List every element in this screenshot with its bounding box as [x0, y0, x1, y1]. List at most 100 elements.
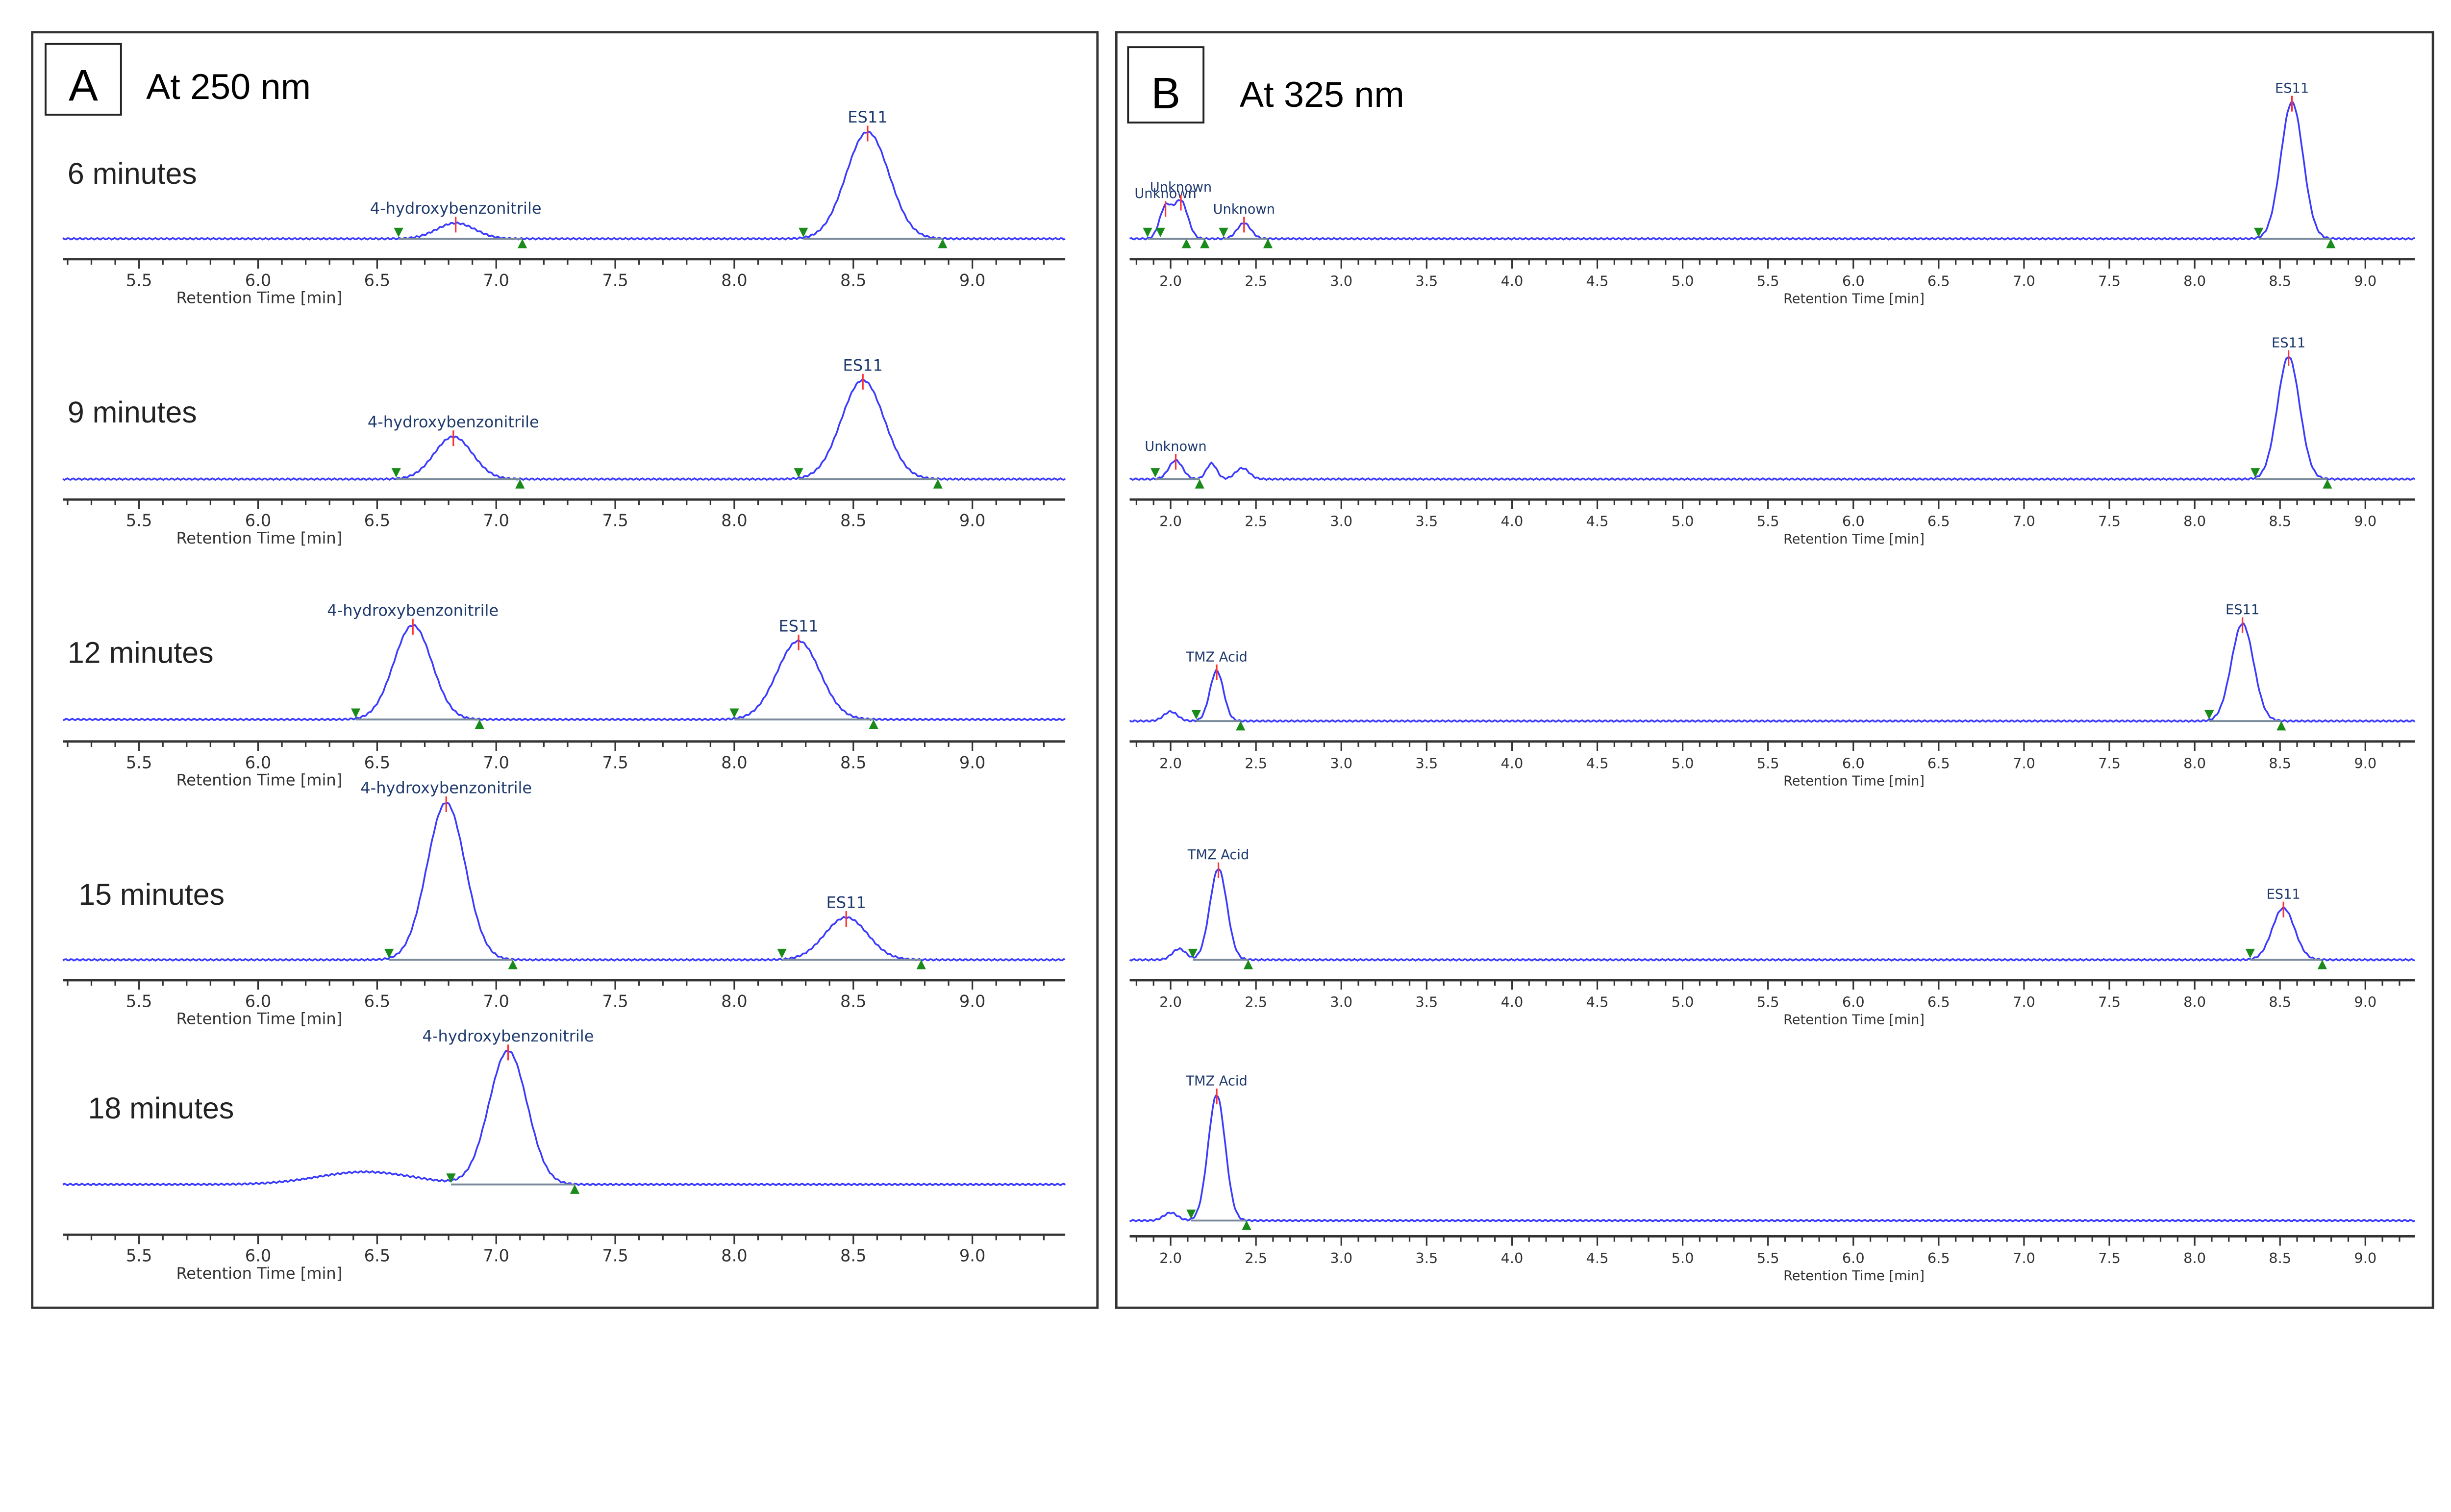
peak-end-marker	[2317, 960, 2327, 969]
x-tick-label: 6.0	[245, 1246, 271, 1265]
peak-label: ES11	[2267, 887, 2301, 902]
peak-end-marker	[1243, 960, 1253, 969]
x-tick-label: 7.5	[602, 511, 628, 530]
x-tick-label: 6.5	[1927, 1250, 1950, 1266]
x-tick-label: 9.0	[959, 1246, 986, 1265]
x-tick-label: 7.5	[2098, 513, 2121, 530]
x-tick-label: 3.5	[1415, 1250, 1438, 1266]
peak-end-marker	[1242, 1220, 1251, 1230]
peak-label: 4-hydroxybenzonitrile	[360, 779, 532, 797]
x-tick-label: 4.5	[1586, 755, 1609, 771]
x-tick-label: 8.0	[2183, 513, 2206, 530]
peak-end-marker	[1195, 479, 1204, 489]
peak-label: ES11	[2275, 81, 2309, 96]
x-tick-label: 6.5	[364, 511, 391, 530]
plots-group: 6 minutes 4-hydroxybenzonitrile ES11 5.5 6.0…	[62, 81, 2416, 1284]
x-tick-label: 9.0	[959, 271, 986, 290]
x-tick-label: 9.0	[959, 991, 986, 1011]
x-tick-label: 4.0	[1501, 993, 1523, 1010]
x-tick-label: 7.0	[2013, 273, 2035, 289]
peak-label: 4-hydroxybenzonitrile	[423, 1027, 594, 1045]
peak-label: ES11	[843, 356, 883, 374]
x-tick-label: 7.0	[2013, 755, 2035, 771]
x-tick-label: 4.0	[1501, 513, 1523, 530]
x-tick-label: 7.0	[2013, 513, 2035, 530]
x-tick-label: 6.0	[1842, 513, 1865, 530]
x-tick-label: 7.0	[483, 271, 509, 290]
peak-end-marker	[1236, 721, 1246, 731]
x-tick-label: 6.0	[245, 991, 271, 1011]
x-tick-label: 5.5	[1757, 273, 1779, 289]
peak-label: Unknown	[1150, 180, 1212, 195]
x-tick-label: 6.5	[1927, 513, 1950, 530]
x-tick-label: 2.0	[1159, 513, 1182, 530]
peak-start-marker	[446, 1173, 456, 1183]
x-tick-label: 8.0	[2183, 755, 2206, 771]
x-axis-label: Retention Time [min]	[176, 771, 342, 790]
peak-label: ES11	[2272, 335, 2305, 350]
x-tick-label: 6.0	[245, 511, 271, 530]
x-tick-label: 4.0	[1501, 1250, 1523, 1266]
peak-start-marker	[1155, 227, 1165, 237]
peak-label: ES11	[826, 893, 866, 912]
x-tick-label: 7.5	[2098, 1250, 2121, 1266]
peak-start-marker	[1143, 227, 1152, 237]
x-axis-label: Retention Time [min]	[176, 1264, 342, 1283]
chromatogram-trace	[1129, 622, 2416, 723]
x-tick-label: 6.5	[1927, 993, 1950, 1010]
peak-end-marker	[1181, 239, 1191, 248]
x-tick-label: 5.0	[1672, 513, 1694, 530]
x-tick-label: 8.5	[2269, 1250, 2291, 1266]
x-tick-label: 8.5	[2269, 273, 2291, 289]
x-tick-label: 5.5	[126, 1246, 152, 1265]
panel-a-title: At 250 nm	[146, 66, 311, 107]
x-tick-label: 6.0	[1842, 993, 1865, 1010]
chromatogram-trace	[1129, 356, 2416, 481]
subplot-label: 9 minutes	[68, 396, 197, 429]
x-tick-label: 7.5	[2098, 755, 2121, 771]
x-tick-label: 4.5	[1586, 513, 1609, 530]
x-tick-label: 5.0	[1672, 755, 1694, 771]
x-tick-label: 2.5	[1245, 1250, 1267, 1266]
x-tick-label: 8.0	[2183, 993, 2206, 1010]
x-tick-label: 5.5	[1757, 1250, 1779, 1266]
peak-label: ES11	[2226, 602, 2259, 618]
x-tick-label: 2.5	[1245, 755, 1267, 771]
x-tick-label: 8.0	[721, 271, 748, 290]
x-tick-label: 5.0	[1672, 993, 1694, 1010]
peak-end-marker	[518, 239, 527, 248]
x-tick-label: 5.5	[1757, 993, 1779, 1010]
subplot-label: 18 minutes	[88, 1091, 234, 1125]
x-tick-label: 3.5	[1415, 273, 1438, 289]
x-tick-label: 8.5	[2269, 755, 2291, 771]
x-tick-label: 9.0	[959, 753, 986, 772]
subplot-label: 6 minutes	[68, 157, 197, 190]
x-tick-label: 4.5	[1586, 273, 1609, 289]
x-tick-label: 9.0	[2354, 755, 2376, 771]
x-tick-label: 7.0	[483, 511, 509, 530]
x-tick-label: 4.0	[1501, 273, 1523, 289]
x-tick-label: 8.5	[840, 271, 867, 290]
x-tick-label: 8.0	[2183, 1250, 2206, 1266]
peak-end-marker	[508, 960, 518, 969]
peak-label: TMZ Acid	[1185, 649, 1247, 665]
chromatogram-trace	[1129, 868, 2415, 962]
subplot-label: 12 minutes	[68, 636, 214, 669]
x-tick-label: 7.0	[2013, 993, 2035, 1010]
x-tick-label: 7.0	[2013, 1250, 2035, 1266]
chromatogram-trace	[1129, 99, 2415, 241]
x-tick-label: 2.5	[1245, 513, 1267, 530]
peak-label: TMZ Acid	[1185, 1074, 1247, 1089]
x-tick-label: 3.5	[1415, 513, 1438, 530]
x-tick-label: 3.0	[1330, 993, 1352, 1010]
peak-end-marker	[1200, 239, 1210, 248]
peak-start-marker	[794, 468, 803, 478]
panel-b-title: At 325 nm	[1240, 74, 1404, 115]
x-tick-label: 5.0	[1672, 1250, 1694, 1266]
peak-end-marker	[2323, 479, 2332, 489]
x-tick-label: 8.5	[2269, 993, 2291, 1010]
peak-label: ES11	[848, 108, 887, 126]
x-tick-label: 4.0	[1501, 755, 1523, 771]
peak-label: 4-hydroxybenzonitrile	[370, 199, 542, 218]
x-tick-label: 6.0	[245, 753, 271, 772]
